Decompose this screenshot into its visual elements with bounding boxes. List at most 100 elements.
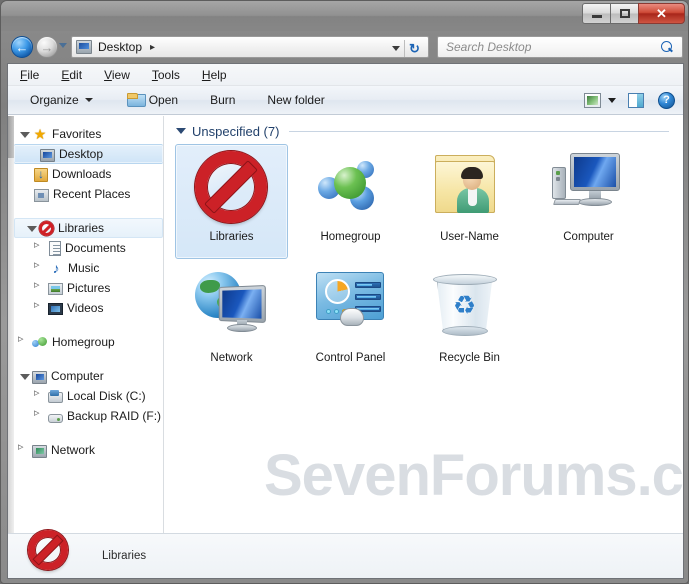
item-label-homegroup: Homegroup [320,231,381,243]
expander-closed-icon[interactable] [18,334,29,348]
sidebar-label-favorites: Favorites [52,127,102,141]
back-arrow-icon: ← [15,39,29,55]
desktop-monitor-icon [76,40,92,54]
sidebar-item-videos[interactable]: Videos [8,298,163,318]
expander-closed-icon[interactable] [34,240,45,254]
address-input[interactable]: Desktop ▸ ↻ [71,36,429,58]
sidebar-item-documents[interactable]: Documents [8,238,163,258]
deny-icon [194,151,269,225]
item-homegroup[interactable]: Homegroup [294,144,407,259]
expander-closed-icon[interactable] [18,442,29,456]
desktop-monitor-icon [40,148,55,162]
search-box[interactable]: Search Desktop [437,36,683,58]
sidebar-item-downloads[interactable]: Downloads [8,164,163,184]
details-pane: Libraries [8,530,683,578]
breadcrumb-separator-icon[interactable]: ▸ [150,42,155,53]
pictures-icon [48,283,63,295]
item-user-name[interactable]: User-Name [413,144,526,259]
expander-open-icon[interactable] [18,129,30,140]
group-header[interactable]: Unspecified (7) [164,120,683,142]
expander-closed-icon[interactable] [34,280,45,294]
expander-open-icon[interactable] [25,223,37,234]
expander-closed-icon[interactable] [34,260,45,274]
breadcrumb-desktop[interactable]: Desktop [98,40,142,54]
recycle-bin-icon: ♻ [432,272,507,346]
menu-view[interactable]: View [104,68,130,82]
details-title: Libraries [102,550,147,562]
expander-closed-icon[interactable] [34,300,45,314]
open-folder-icon [126,93,146,107]
group-header-rule [289,130,669,132]
sidebar-item-pictures[interactable]: Pictures [8,278,163,298]
sidebar-item-computer[interactable]: Computer [8,366,163,386]
item-label-network: Network [210,352,253,364]
sidebar-item-network[interactable]: Network [8,440,163,460]
sidebar-item-backup-raid[interactable]: Backup RAID (F:) [8,406,163,426]
deny-icon [28,530,74,578]
search-icon[interactable] [661,40,674,54]
sidebar-item-recent-places[interactable]: Recent Places [8,184,163,204]
window-controls: ✕ [582,3,685,24]
organize-label: Organize [30,93,79,107]
maximize-button[interactable] [610,3,639,24]
sidebar-label-music: Music [68,261,100,275]
address-bar: ← → Desktop ▸ ↻ Search Desktop [1,31,688,63]
item-recycle-bin[interactable]: ♻ Recycle Bin [413,265,526,380]
drive-icon [48,413,63,423]
help-icon[interactable]: ? [658,91,675,109]
network-globe-icon [194,272,269,346]
burn-button[interactable]: Burn [202,90,243,110]
chevron-down-icon[interactable] [392,46,400,51]
sidebar-item-desktop[interactable]: Desktop [14,144,163,164]
item-label-user-name: User-Name [440,231,499,243]
expander-closed-icon[interactable] [34,388,45,402]
chevron-down-icon[interactable] [608,97,616,103]
sidebar-label-computer: Computer [51,369,104,383]
expander-closed-icon[interactable] [34,408,45,422]
sidebar-label-pictures: Pictures [67,281,111,295]
back-button[interactable]: ← [11,36,33,58]
view-layout-icon[interactable] [584,92,601,108]
navigation-pane: ★ Favorites Desktop Downloads Recent Pla… [8,116,164,533]
search-input[interactable]: Search Desktop [446,40,661,54]
menu-tools[interactable]: Tools [152,68,180,82]
group-header-label: Unspecified (7) [192,123,280,139]
sidebar-item-music[interactable]: ♪ Music [8,258,163,278]
homegroup-icon [314,151,388,225]
sidebar-label-backup-raid: Backup RAID (F:) [67,409,162,423]
sidebar-item-favorites[interactable]: ★ Favorites [8,124,163,144]
new-folder-button[interactable]: New folder [259,90,332,110]
menu-file[interactable]: File [20,68,39,82]
menu-help[interactable]: Help [202,68,227,82]
sidebar-item-libraries[interactable]: Libraries [14,218,163,238]
explorer-body: ★ Favorites Desktop Downloads Recent Pla… [8,116,683,533]
organize-button[interactable]: Organize [22,90,101,110]
expander-open-icon[interactable] [176,128,186,134]
forward-arrow-icon: → [40,39,54,55]
item-computer[interactable]: Computer [532,144,645,259]
refresh-button[interactable]: ↻ [404,40,424,57]
burn-label: Burn [210,93,236,107]
item-network[interactable]: Network [175,265,288,380]
menu-bar: File Edit View Tools Help [8,64,683,86]
menu-edit[interactable]: Edit [61,68,82,82]
sidebar-item-homegroup[interactable]: Homegroup [8,332,163,352]
forward-button[interactable]: → [36,36,58,58]
item-libraries[interactable]: Libraries [175,144,288,259]
title-bar: ✕ [1,1,688,31]
file-list-pane[interactable]: Unspecified (7) Libraries Homegroup User… [164,116,683,533]
sidebar-label-libraries: Libraries [58,221,105,235]
item-label-recycle-bin: Recycle Bin [439,352,500,364]
sidebar-label-network: Network [51,443,96,457]
close-button[interactable]: ✕ [638,3,685,24]
open-button[interactable]: Open [119,90,186,110]
sidebar-item-local-disk[interactable]: Local Disk (C:) [8,386,163,406]
icon-grid: Libraries Homegroup User-Name Computer N… [172,144,683,386]
expander-open-icon[interactable] [18,371,30,382]
watermark: SevenForums.com [264,443,683,508]
history-dropdown-icon[interactable] [59,43,67,48]
minimize-button[interactable] [582,3,611,24]
item-control-panel[interactable]: Control Panel [294,265,407,380]
preview-pane-icon[interactable] [628,92,644,108]
